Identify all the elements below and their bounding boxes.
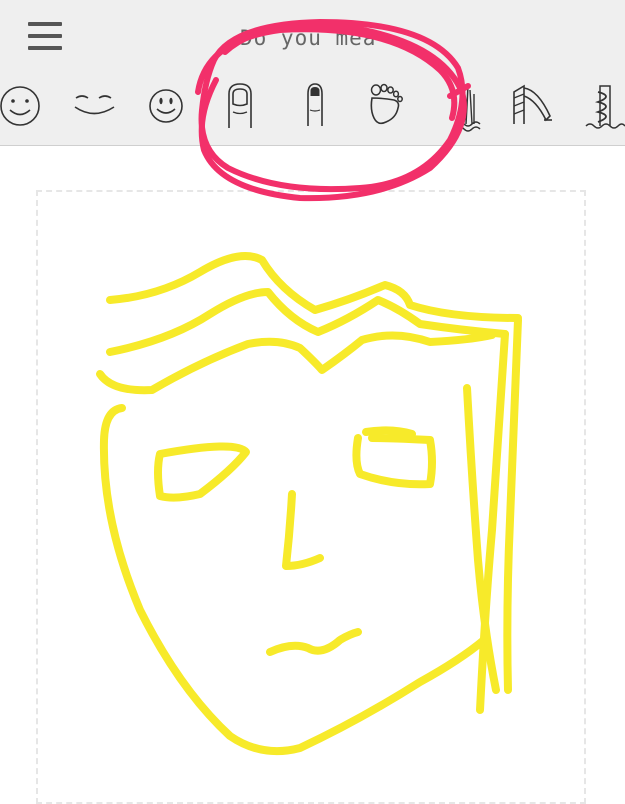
right-eye-stroke [352, 434, 436, 489]
right-eye-stroke [362, 426, 416, 438]
left-eye-stroke [154, 442, 250, 502]
hair-stroke [106, 252, 522, 322]
face-doodle [96, 252, 522, 756]
hair-stroke [503, 316, 522, 694]
nose-stroke [282, 490, 324, 570]
mouth-stroke [266, 628, 362, 656]
hair-stroke [96, 331, 496, 395]
